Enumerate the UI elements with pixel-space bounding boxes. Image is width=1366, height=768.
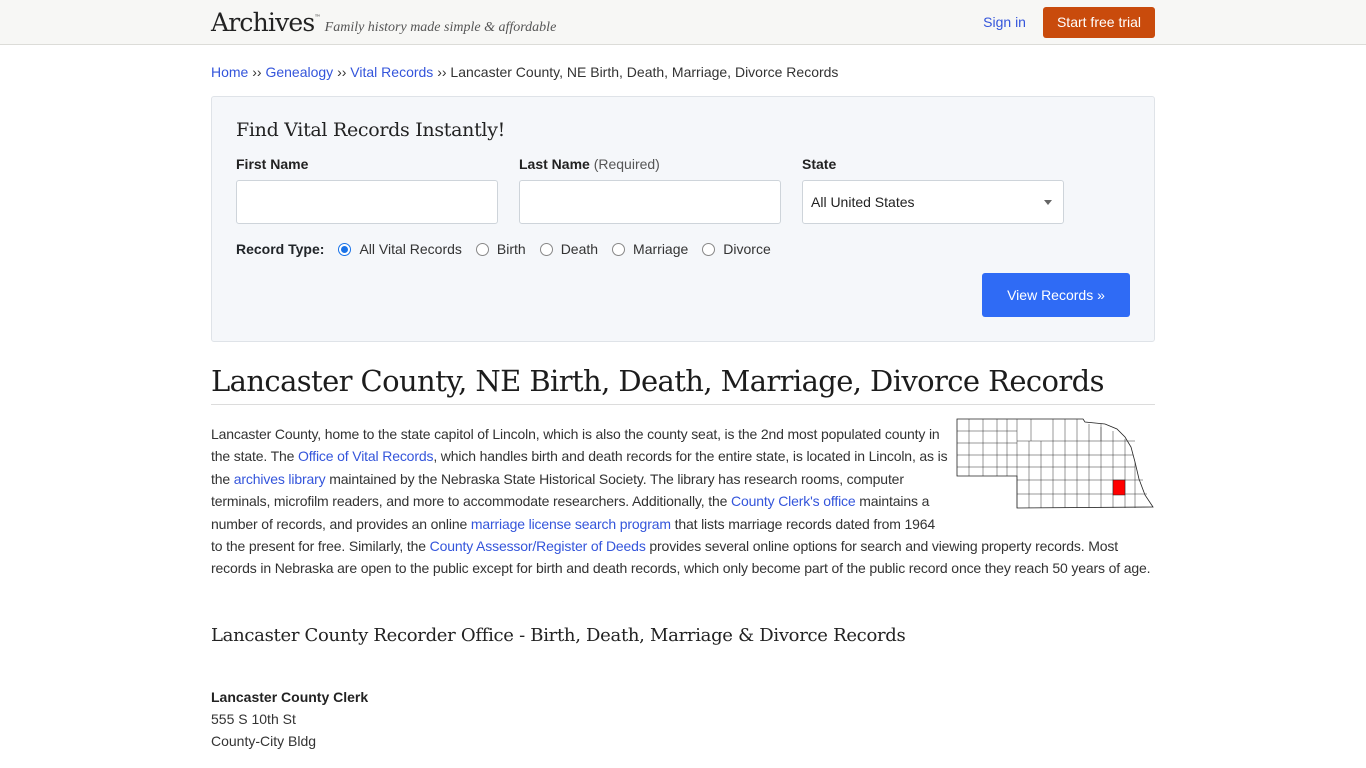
last-name-group: Last Name (Required) [519, 156, 781, 224]
radio-all-vital-records[interactable]: All Vital Records [338, 241, 462, 257]
radio-label: Death [560, 241, 599, 257]
radio-marriage[interactable]: Marriage [612, 241, 688, 257]
state-group: State All United States [802, 156, 1064, 224]
radio-divorce[interactable]: Divorce [702, 241, 771, 257]
breadcrumb-separator: ›› [337, 64, 347, 80]
first-name-label: First Name [236, 156, 498, 172]
recorder-office-heading: Lancaster County Recorder Office - Birth… [211, 624, 906, 646]
first-name-group: First Name [236, 156, 498, 224]
logo-text: Archives [211, 7, 315, 37]
county-assessor-link[interactable]: County Assessor/Register of Deeds [430, 538, 646, 554]
radio-death[interactable]: Death [539, 241, 599, 257]
county-clerks-office-link[interactable]: County Clerk's office [731, 493, 856, 509]
office-of-vital-records-link[interactable]: Office of Vital Records [298, 448, 433, 464]
trademark: ™ [314, 13, 320, 21]
radio-unchecked-icon[interactable] [539, 242, 553, 256]
last-name-label: Last Name (Required) [519, 156, 781, 172]
view-records-button[interactable]: View Records » [982, 273, 1130, 317]
marriage-license-search-link[interactable]: marriage license search program [471, 516, 671, 532]
radio-label: Marriage [633, 241, 689, 257]
radio-checked-icon[interactable] [338, 242, 352, 256]
office-address-line1: 555 S 10th St [211, 710, 296, 727]
breadcrumb-current: Lancaster County, NE Birth, Death, Marri… [450, 64, 839, 80]
state-label: State [802, 156, 1064, 172]
chevron-down-icon [1044, 199, 1052, 205]
first-name-label-text: First Name [236, 156, 309, 172]
office-card: Lancaster County Clerk 555 S 10th St Cou… [211, 686, 1155, 752]
state-select[interactable]: All United States [802, 180, 1064, 224]
radio-label: Divorce [723, 241, 771, 257]
radio-unchecked-icon[interactable] [702, 242, 716, 256]
breadcrumb-home[interactable]: Home [211, 64, 248, 80]
breadcrumb-separator: ›› [437, 64, 447, 80]
breadcrumb-genealogy[interactable]: Genealogy [265, 64, 333, 80]
radio-label: All Vital Records [359, 241, 462, 257]
search-form: Find Vital Records Instantly! First Name… [211, 96, 1155, 342]
radio-unchecked-icon[interactable] [612, 242, 626, 256]
first-name-input[interactable] [236, 180, 498, 224]
radio-birth[interactable]: Birth [475, 241, 526, 257]
top-navbar: Archives™ Family history made simple & a… [0, 0, 1366, 45]
last-name-input[interactable] [519, 180, 781, 224]
intro-section: Lancaster County, home to the state capi… [211, 418, 1155, 580]
radio-unchecked-icon[interactable] [475, 242, 489, 256]
nebraska-map-icon [956, 418, 1154, 509]
breadcrumb-separator: ›› [252, 64, 262, 80]
start-free-trial-button[interactable]: Start free trial [1042, 6, 1155, 38]
sign-in-link[interactable]: Sign in [983, 14, 1026, 30]
record-type-group: Record Type: All Vital Records Birth Dea… [236, 241, 1130, 257]
breadcrumb: Home ›› Genealogy ›› Vital Records ›› La… [211, 64, 1155, 84]
last-name-label-text: Last Name [519, 156, 590, 172]
page-title: Lancaster County, NE Birth, Death, Marri… [211, 364, 1155, 405]
search-title: Find Vital Records Instantly! [236, 119, 505, 141]
tagline: Family history made simple & affordable [324, 19, 557, 35]
brand[interactable]: Archives™ Family history made simple & a… [211, 8, 556, 37]
office-name: Lancaster County Clerk [211, 688, 369, 705]
required-hint: (Required) [593, 156, 660, 172]
breadcrumb-vital-records[interactable]: Vital Records [350, 64, 433, 80]
lancaster-county-highlight [1112, 479, 1126, 496]
radio-label: Birth [496, 241, 526, 257]
state-label-text: State [802, 156, 837, 172]
record-type-label: Record Type: [236, 241, 325, 257]
logo[interactable]: Archives™ [211, 8, 320, 37]
state-selected-value: All United States [811, 194, 915, 210]
archives-library-link[interactable]: archives library [234, 471, 326, 487]
office-address-line2: County-City Bldg [211, 732, 317, 749]
